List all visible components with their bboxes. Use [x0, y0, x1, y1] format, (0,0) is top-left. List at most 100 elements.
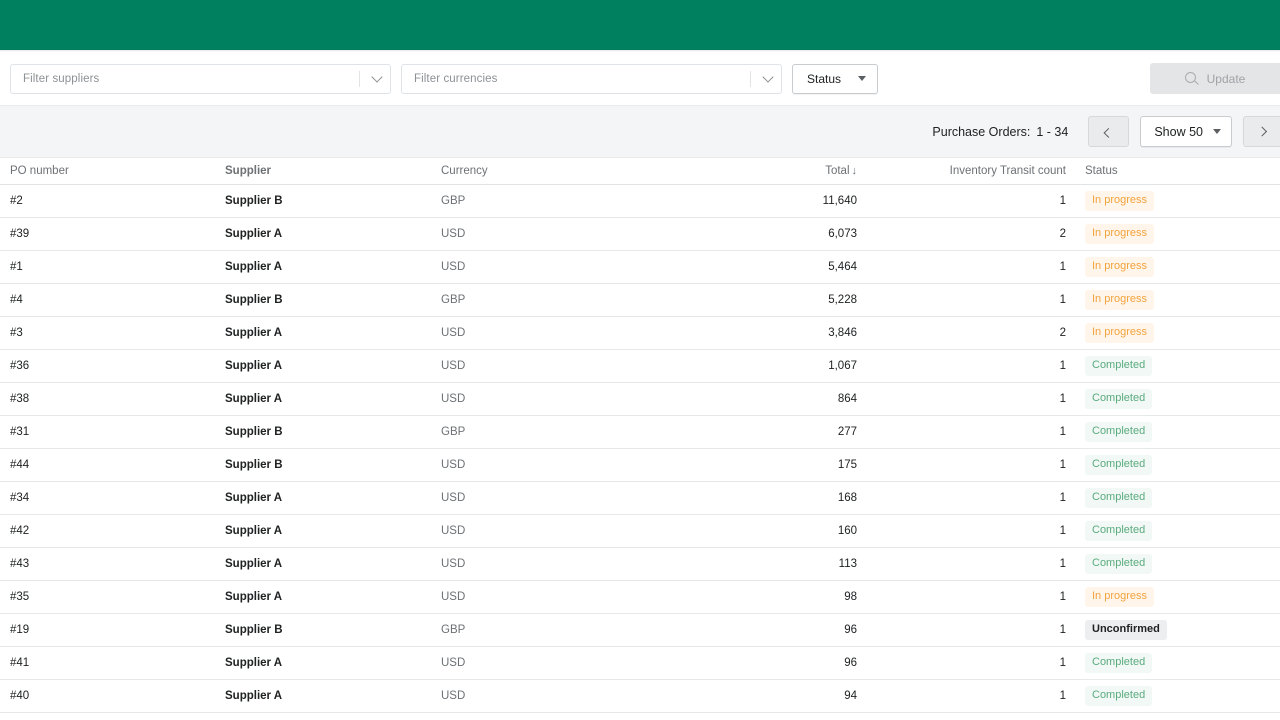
cell-po-number: #4	[0, 283, 225, 317]
cell-po-number: #1	[0, 250, 225, 284]
cell-currency: USD	[441, 514, 741, 548]
cell-currency: USD	[441, 349, 741, 383]
table-row[interactable]: #35 Supplier A USD 98 1 In progress	[0, 580, 1280, 614]
chevron-down-icon[interactable]	[759, 70, 781, 83]
cell-inventory-transit: 1	[859, 448, 1074, 482]
previous-page-button[interactable]	[1088, 116, 1130, 147]
cell-total: 168	[741, 481, 859, 515]
app-brand-bar	[0, 0, 1280, 50]
cell-supplier: Supplier A	[225, 679, 441, 713]
cell-inventory-transit: 1	[859, 514, 1074, 548]
purchase-orders-count: Purchase Orders: 1 - 34	[932, 125, 1068, 139]
cell-supplier: Supplier B	[225, 184, 441, 218]
table-row[interactable]: #2 Supplier B GBP 11,640 1 In progress	[0, 184, 1280, 218]
cell-inventory-transit: 1	[859, 349, 1074, 383]
cell-po-number: #31	[0, 415, 225, 449]
page-size-dropdown[interactable]: Show 50	[1140, 116, 1232, 147]
filter-toolbar: Filter suppliers Filter currencies Statu…	[0, 52, 1280, 105]
supplier-filter-select[interactable]: Filter suppliers	[10, 63, 391, 94]
cell-inventory-transit: 1	[859, 184, 1074, 218]
status-badge: Completed	[1085, 652, 1153, 673]
cell-total: 1,067	[741, 349, 859, 383]
cell-status: Completed	[1074, 382, 1280, 416]
cell-status: In progress	[1074, 283, 1280, 317]
chevron-down-icon[interactable]	[368, 70, 390, 83]
cell-currency: USD	[441, 481, 741, 515]
table-row[interactable]: #4 Supplier B GBP 5,228 1 In progress	[0, 283, 1280, 317]
cell-supplier: Supplier B	[225, 613, 441, 647]
cell-po-number: #3	[0, 316, 225, 350]
table-row[interactable]: #43 Supplier A USD 113 1 Completed	[0, 547, 1280, 581]
column-header-inventory-transit-count[interactable]: Inventory Transit count	[859, 158, 1074, 185]
column-header-currency[interactable]: Currency	[441, 158, 741, 185]
cell-total: 11,640	[741, 184, 859, 218]
cell-status: In progress	[1074, 250, 1280, 284]
table-row[interactable]: #1 Supplier A USD 5,464 1 In progress	[0, 250, 1280, 284]
status-badge: Completed	[1085, 685, 1153, 706]
status-badge: Completed	[1085, 454, 1153, 475]
cell-supplier: Supplier B	[225, 448, 441, 482]
sort-descending-icon: ↓	[851, 164, 858, 177]
cell-status: Completed	[1074, 481, 1280, 515]
table-row[interactable]: #39 Supplier A USD 6,073 2 In progress	[0, 217, 1280, 251]
table-row[interactable]: #41 Supplier A USD 96 1 Completed	[0, 646, 1280, 680]
cell-currency: GBP	[441, 184, 741, 218]
cell-po-number: #42	[0, 514, 225, 548]
cell-supplier: Supplier A	[225, 250, 441, 284]
cell-status: In progress	[1074, 184, 1280, 218]
status-badge: In progress	[1085, 190, 1155, 211]
table-row[interactable]: #19 Supplier B GBP 96 1 Unconfirmed	[0, 613, 1280, 647]
cell-inventory-transit: 1	[859, 613, 1074, 647]
search-icon	[1184, 72, 1198, 85]
update-button-label: Update	[1206, 71, 1246, 86]
next-page-button[interactable]	[1243, 116, 1280, 147]
cell-po-number: #34	[0, 481, 225, 515]
status-badge: In progress	[1085, 256, 1155, 277]
table-row[interactable]: #40 Supplier A USD 94 1 Completed	[0, 679, 1280, 713]
column-header-total[interactable]: Total ↓	[741, 158, 859, 185]
purchase-orders-table: PO number Supplier Currency Total ↓ Inven…	[0, 158, 1280, 713]
cell-total: 5,464	[741, 250, 859, 284]
cell-currency: USD	[441, 448, 741, 482]
column-header-po-number[interactable]: PO number	[0, 158, 225, 185]
cell-currency: GBP	[441, 283, 741, 317]
table-row[interactable]: #3 Supplier A USD 3,846 2 In progress	[0, 316, 1280, 350]
update-button[interactable]: Update	[1150, 63, 1280, 94]
cell-po-number: #41	[0, 646, 225, 680]
status-filter-dropdown[interactable]: Status	[792, 63, 879, 94]
cell-inventory-transit: 1	[859, 580, 1074, 614]
currency-filter-select[interactable]: Filter currencies	[401, 63, 782, 94]
table-row[interactable]: #38 Supplier A USD 864 1 Completed	[0, 382, 1280, 416]
table-row[interactable]: #42 Supplier A USD 160 1 Completed	[0, 514, 1280, 548]
cell-total: 113	[741, 547, 859, 581]
table-header-row: PO number Supplier Currency Total ↓ Inven…	[0, 158, 1280, 185]
cell-po-number: #38	[0, 382, 225, 416]
status-badge: In progress	[1085, 289, 1155, 310]
cell-total: 94	[741, 679, 859, 713]
cell-status: Completed	[1074, 448, 1280, 482]
column-header-supplier[interactable]: Supplier	[225, 158, 441, 185]
cell-supplier: Supplier A	[225, 349, 441, 383]
caret-down-icon	[858, 76, 867, 81]
status-badge: Completed	[1085, 355, 1153, 376]
cell-inventory-transit: 1	[859, 283, 1074, 317]
cell-status: Unconfirmed	[1074, 613, 1280, 647]
status-badge: In progress	[1085, 322, 1155, 343]
cell-supplier: Supplier A	[225, 481, 441, 515]
cell-total: 3,846	[741, 316, 859, 350]
cell-inventory-transit: 1	[859, 382, 1074, 416]
currency-filter-divider	[750, 70, 751, 87]
cell-total: 5,228	[741, 283, 859, 317]
cell-total: 98	[741, 580, 859, 614]
table-row[interactable]: #36 Supplier A USD 1,067 1 Completed	[0, 349, 1280, 383]
cell-po-number: #35	[0, 580, 225, 614]
table-row[interactable]: #44 Supplier B USD 175 1 Completed	[0, 448, 1280, 482]
cell-currency: USD	[441, 382, 741, 416]
caret-down-icon	[1213, 129, 1221, 134]
table-row[interactable]: #34 Supplier A USD 168 1 Completed	[0, 481, 1280, 515]
cell-supplier: Supplier B	[225, 415, 441, 449]
column-header-status[interactable]: Status	[1074, 158, 1280, 185]
cell-supplier: Supplier A	[225, 547, 441, 581]
page-size-label: Show 50	[1154, 124, 1203, 139]
table-row[interactable]: #31 Supplier B GBP 277 1 Completed	[0, 415, 1280, 449]
